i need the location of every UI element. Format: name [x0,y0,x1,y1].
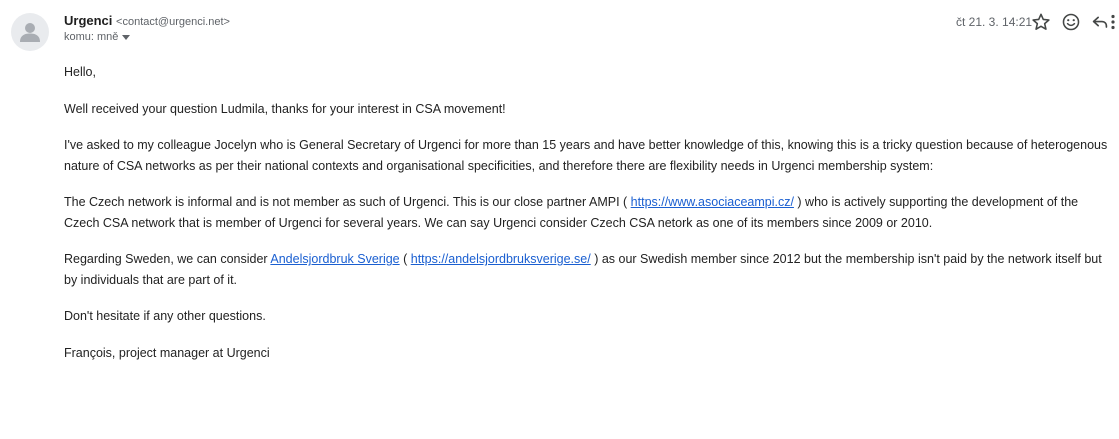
more-vert-icon[interactable] [1108,11,1118,33]
paragraph-sweden-text-2: ( [399,252,411,266]
greeting: Hello, [64,65,96,79]
link-andelsjordbruksverige-url[interactable]: https://andelsjordbruksverige.se/ [411,252,591,266]
paragraph-colleague: I've asked to my colleague Jocelyn who i… [64,138,1108,173]
recipient-details-toggle[interactable]: komu: mně [64,30,131,45]
paragraph-czech: The Czech network is informal and is not… [64,192,1112,233]
link-asociaceampi[interactable]: https://www.asociaceampi.cz/ [631,195,794,209]
emoji-icon[interactable] [1060,11,1082,33]
message-body: Hello, Well received your question Ludmi… [64,62,1112,363]
caret-down-icon [122,34,131,40]
paragraph-closing: Don't hesitate if any other questions. [64,309,266,323]
paragraph-thanks: Well received your question Ludmila, tha… [64,101,506,116]
message-date: čt 21. 3. 14:21 [956,15,1033,29]
sender-line: Urgenci <contact@urgenci.net> [64,12,230,31]
person-icon [20,23,40,42]
recipient-label: komu: mně [64,31,119,43]
sender-email: <contact@urgenci.net> [116,16,230,28]
signature: François, project manager at Urgenci [64,345,270,360]
link-andelsjordbruk-sverige[interactable]: Andelsjordbruk Sverige [270,252,399,266]
paragraph-sweden: Regarding Sweden, we can consider Andels… [64,249,1112,290]
star-icon[interactable] [1030,11,1052,33]
sender-name[interactable]: Urgenci [64,13,112,28]
paragraph-sweden-text-1: Regarding Sweden, we can consider [64,252,271,266]
paragraph-czech-text-1: The Czech network is informal and is not… [64,195,631,209]
avatar [11,13,49,51]
